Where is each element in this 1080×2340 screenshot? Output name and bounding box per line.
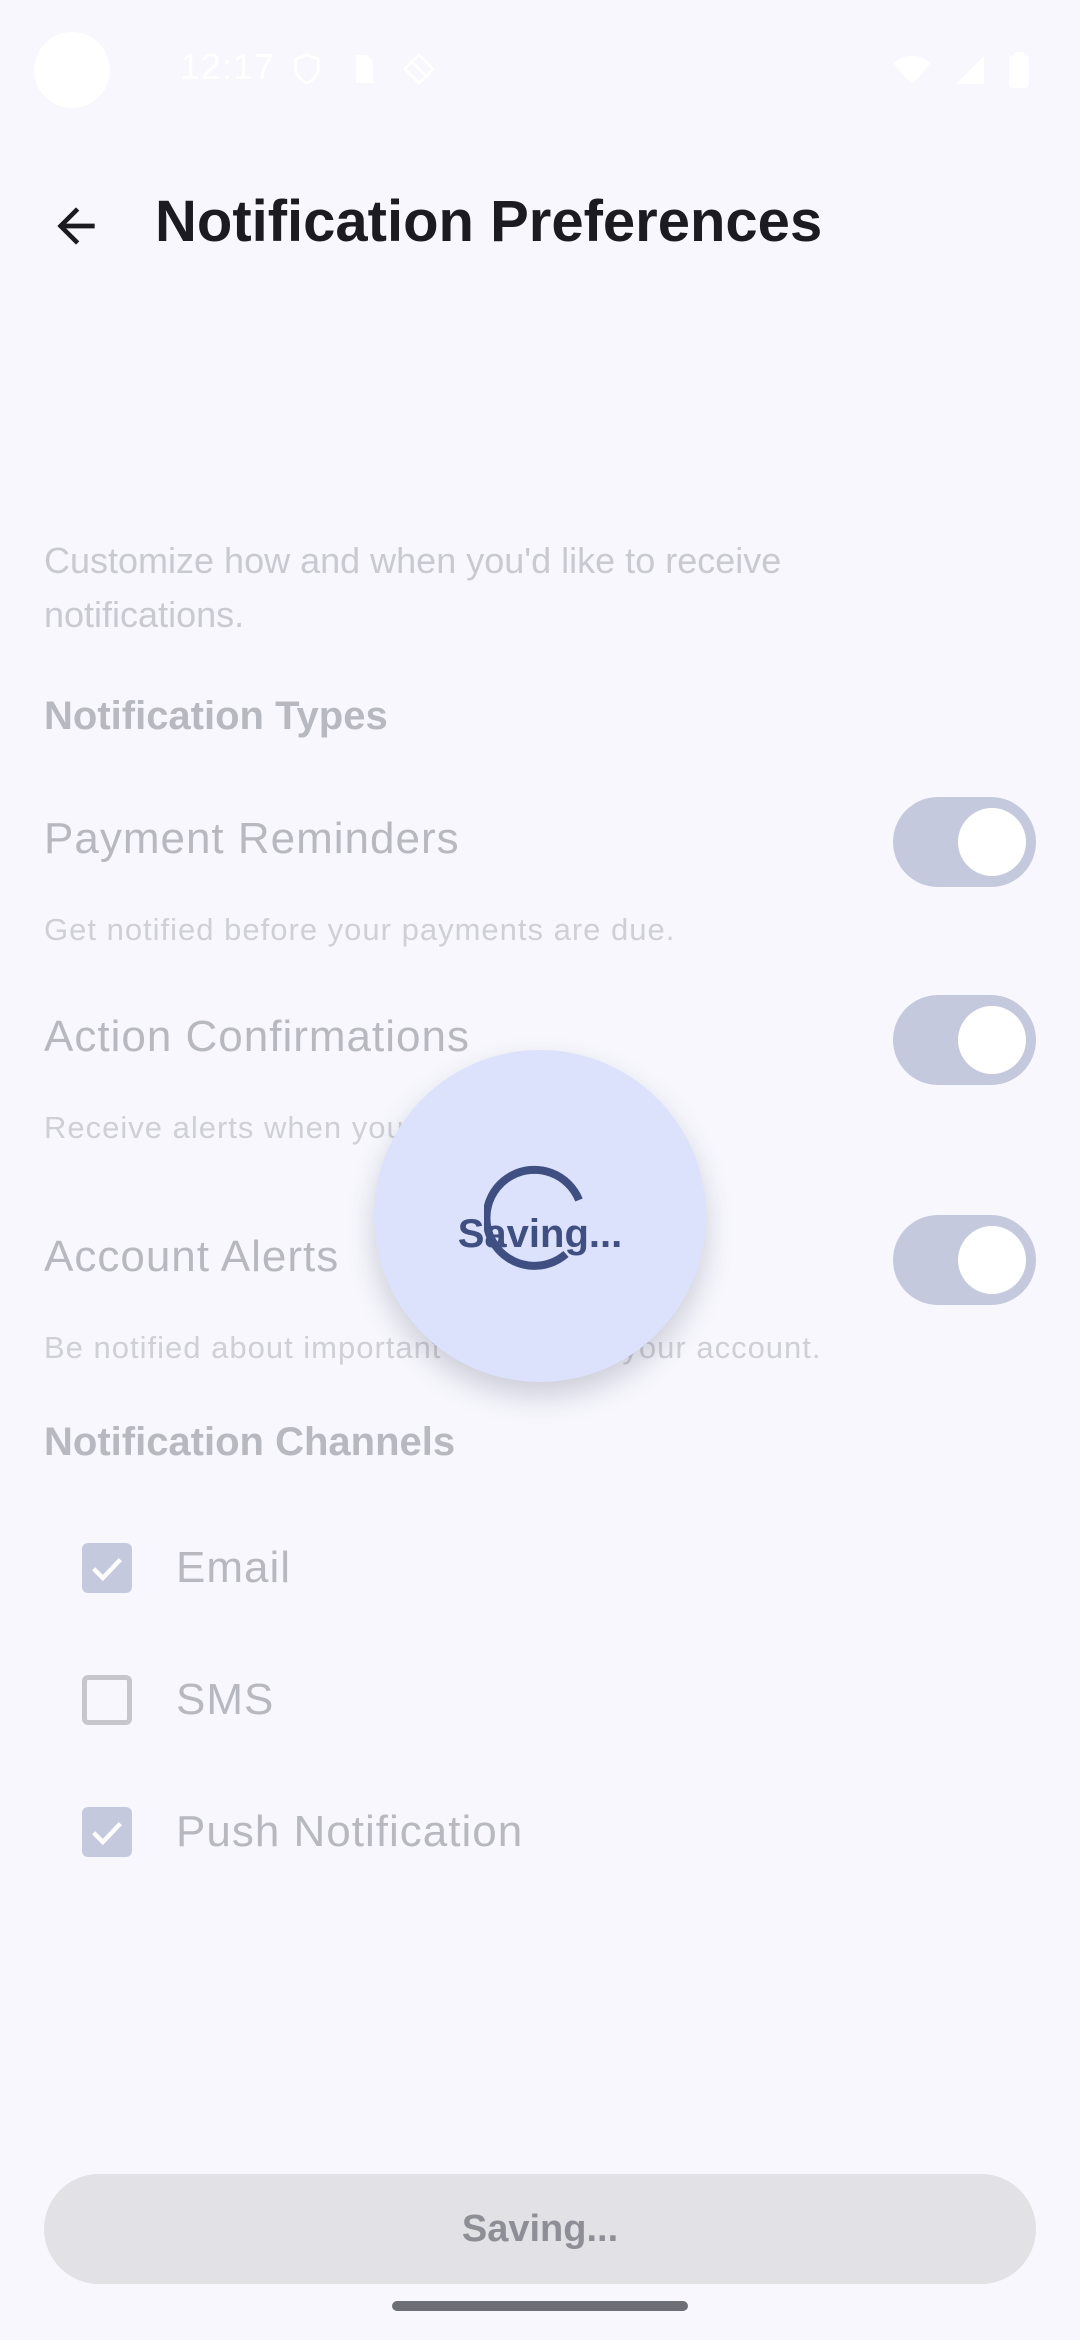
pref-title-action-confirmations: Action Confirmations — [44, 1012, 470, 1061]
toggle-payment-reminders[interactable] — [893, 797, 1036, 887]
toggle-knob — [958, 1226, 1026, 1294]
toggle-knob — [958, 808, 1026, 876]
wifi-icon — [892, 53, 932, 92]
screen: 12:17 Notification Preferences Customize… — [0, 0, 1080, 2340]
channel-label-email: Email — [176, 1543, 292, 1592]
checkbox-sms[interactable] — [82, 1675, 132, 1725]
home-indicator[interactable] — [392, 2301, 688, 2311]
pref-title-payment-reminders: Payment Reminders — [44, 814, 460, 863]
back-button[interactable] — [40, 190, 112, 262]
loading-overlay: Saving... — [374, 1050, 706, 1382]
channel-label-sms: SMS — [176, 1675, 275, 1724]
save-button[interactable]: Saving... — [44, 2174, 1036, 2284]
intro-text: Customize how and when you'd like to rec… — [44, 540, 782, 635]
toggle-action-confirmations[interactable] — [893, 995, 1036, 1085]
toggle-knob — [958, 1006, 1026, 1074]
overlay-label: Saving... — [457, 1212, 623, 1256]
signal-icon — [952, 53, 988, 92]
channel-row-push[interactable]: Push Notification — [82, 1802, 523, 1862]
page-title: Notification Preferences — [155, 189, 823, 254]
notification-channels-heading: Notification Channels — [44, 1420, 456, 1464]
channel-row-sms[interactable]: SMS — [82, 1670, 274, 1730]
shield-icon — [290, 52, 324, 86]
checkbox-email[interactable] — [82, 1543, 132, 1593]
check-icon — [92, 1822, 122, 1846]
battery-icon — [1008, 52, 1030, 93]
check-icon — [92, 1558, 122, 1582]
pref-desc-payment-reminders: Get notified before your payments are du… — [44, 912, 676, 947]
pref-title-account-alerts: Account Alerts — [44, 1232, 340, 1281]
arrow-back-icon — [57, 207, 95, 245]
status-time: 12:17 — [180, 46, 276, 87]
checkbox-push[interactable] — [82, 1807, 132, 1857]
channel-row-email[interactable]: Email — [82, 1538, 291, 1598]
sim-card-icon — [346, 52, 380, 86]
status-notification-icons — [290, 52, 436, 86]
status-system-icons — [892, 52, 1030, 93]
toggle-account-alerts[interactable] — [893, 1215, 1036, 1305]
camera-cutout — [34, 32, 110, 108]
app-bar: Notification Preferences — [0, 170, 1080, 280]
notification-types-heading: Notification Types — [44, 694, 388, 738]
status-bar: 12:17 — [0, 0, 1080, 140]
channel-label-push: Push Notification — [176, 1807, 524, 1856]
no-sim-icon — [402, 52, 436, 86]
